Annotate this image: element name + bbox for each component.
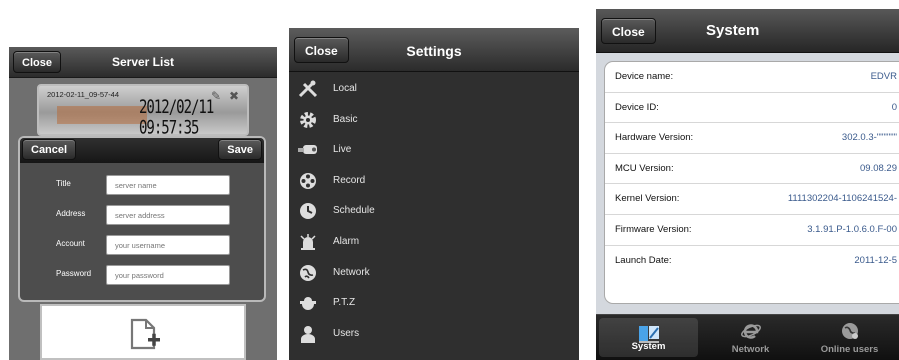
page-title: System	[706, 22, 760, 39]
osd-timestamp: 2012/02/11 09:57:35	[139, 97, 214, 136]
thumbnail-filename: 2012-02-11_09-57-44	[47, 90, 120, 99]
account-label: Account	[56, 239, 85, 248]
menu-item-schedule[interactable]: Schedule	[289, 196, 579, 227]
tab-system[interactable]: System	[599, 318, 698, 357]
settings-screen: Close Settings Local Basic Live Record S…	[289, 28, 579, 360]
account-row: Account	[20, 235, 264, 255]
row-value: 09.08.29	[860, 162, 897, 174]
tab-network[interactable]: Network	[701, 315, 800, 360]
server-thumbnail[interactable]: 2012-02-11_09-57-44 2012/02/11 09:57:35 …	[37, 84, 249, 136]
globe-icon	[297, 263, 319, 283]
password-label: Password	[56, 269, 92, 278]
menu-item-live[interactable]: Live	[289, 135, 579, 166]
table-row: Firmware Version: 3.1.91.P-1.0.6.0.F-00	[605, 215, 899, 246]
navigation-bar: Close System	[596, 9, 899, 53]
settings-menu: Local Basic Live Record Schedule Alarm N…	[289, 74, 579, 349]
dialog-toolbar: Cancel Save	[20, 138, 264, 163]
menu-item-label: Basic	[333, 113, 358, 125]
table-row: Device ID: 0	[605, 93, 899, 124]
table-row: Launch Date: 2011-12-5	[605, 246, 899, 277]
menu-item-label: Live	[333, 144, 352, 156]
menu-item-label: P.T.Z	[333, 297, 356, 309]
delete-icon[interactable]: ✖	[229, 89, 239, 103]
menu-item-label: Local	[333, 83, 357, 94]
address-row: Address	[20, 205, 264, 225]
navigation-bar: Close Server List	[9, 47, 277, 78]
tab-label: System	[631, 341, 666, 352]
add-server-button[interactable]	[40, 304, 246, 360]
add-file-icon	[130, 318, 160, 350]
tools-icon	[297, 79, 319, 99]
alarm-icon	[297, 232, 319, 252]
page-title: Server List	[111, 55, 175, 69]
table-row: Device name: EDVR	[605, 62, 899, 93]
row-value: 3.1.91.P-1.0.6.0.F-00	[807, 223, 897, 235]
server-list-screen: Close Server List 2012-02-11_09-57-44 20…	[9, 47, 277, 360]
address-field[interactable]	[106, 205, 230, 225]
page-title: Settings	[406, 43, 462, 59]
film-reel-icon	[297, 171, 319, 191]
password-field[interactable]	[106, 265, 230, 285]
save-button[interactable]: Save	[218, 139, 262, 160]
row-key: Launch Date:	[615, 254, 672, 266]
ptz-camera-icon	[297, 293, 319, 313]
account-field[interactable]	[106, 235, 230, 255]
row-value: 2011-12-5	[854, 254, 897, 266]
camera-icon	[297, 140, 319, 160]
table-row: Kernel Version: 1111302204-1106241524-	[605, 184, 899, 215]
row-value: 1111302204-1106241524-	[787, 193, 897, 205]
online-users-icon	[839, 321, 861, 346]
menu-item-network[interactable]: Network	[289, 258, 579, 289]
gear-icon	[297, 110, 319, 130]
title-label: Title	[56, 179, 71, 188]
clock-icon	[297, 201, 319, 221]
menu-item-users[interactable]: Users	[289, 319, 579, 350]
menu-item-local[interactable]: Local	[289, 74, 579, 105]
system-info-table: Device name: EDVR Device ID: 0 Hardware …	[604, 61, 899, 304]
title-field[interactable]	[106, 175, 230, 195]
network-e-icon	[740, 321, 762, 346]
tab-label: Network	[731, 344, 770, 355]
menu-item-label: Alarm	[333, 235, 360, 247]
password-row: Password	[20, 265, 264, 285]
system-screen: Close System Device name: EDVR Device ID…	[596, 9, 899, 360]
menu-item-record[interactable]: Record	[289, 166, 579, 197]
row-value: 302.0.3-""""""	[841, 132, 897, 144]
table-row: Hardware Version: 302.0.3-""""""	[605, 123, 899, 154]
row-value: 0	[891, 101, 897, 113]
row-key: Firmware Version:	[615, 223, 692, 235]
tab-online-users[interactable]: Online users	[800, 315, 899, 360]
cancel-button[interactable]: Cancel	[22, 139, 77, 160]
menu-item-label: Network	[333, 266, 370, 278]
row-key: Device name:	[615, 71, 674, 82]
menu-item-label: Users	[333, 327, 360, 339]
title-row: Title	[20, 175, 264, 195]
menu-item-ptz[interactable]: P.T.Z	[289, 288, 579, 319]
row-key: Kernel Version:	[615, 193, 680, 205]
table-row: MCU Version: 09.08.29	[605, 154, 899, 185]
row-key: Device ID:	[615, 101, 659, 113]
row-value: EDVR	[870, 71, 897, 82]
address-label: Address	[56, 209, 86, 218]
navigation-bar: Close Settings	[289, 28, 579, 72]
menu-item-label: Record	[333, 174, 366, 186]
add-server-dialog: Cancel Save Title Address Account Passwo…	[18, 136, 266, 302]
menu-item-alarm[interactable]: Alarm	[289, 227, 579, 258]
menu-item-basic[interactable]: Basic	[289, 105, 579, 136]
menu-item-label: Schedule	[333, 205, 375, 217]
user-icon	[297, 324, 319, 344]
edit-icon[interactable]: ✎	[211, 89, 221, 103]
row-key: MCU Version:	[615, 162, 674, 174]
close-button[interactable]: Close	[601, 18, 656, 44]
tab-label: Online users	[820, 344, 879, 355]
tab-bar: System Network Online users	[596, 314, 899, 360]
video-preview	[57, 106, 147, 124]
row-key: Hardware Version:	[615, 132, 694, 144]
